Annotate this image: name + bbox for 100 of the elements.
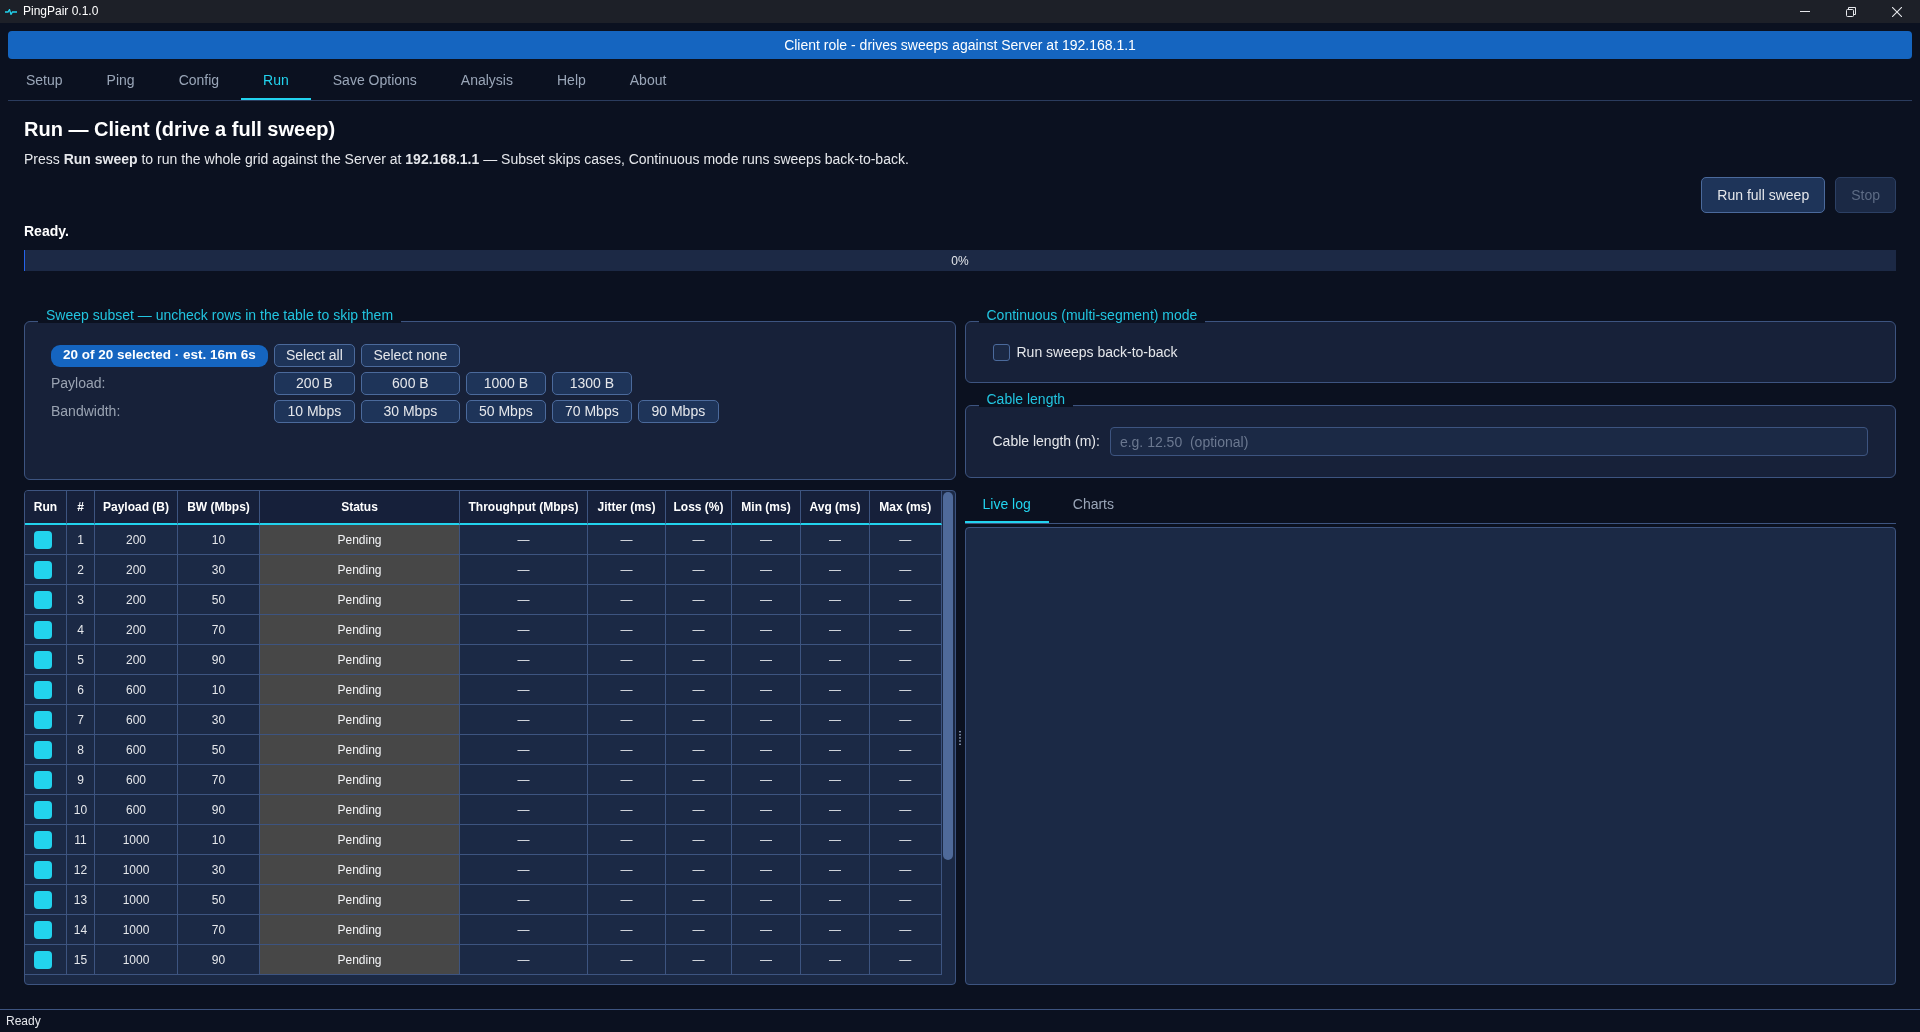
column-header[interactable]: Status [260,491,460,525]
table-cell: — [666,885,732,915]
table-cell: — [870,525,942,555]
table-cell: — [460,855,588,885]
group-title: Continuous (multi-segment) mode [978,307,1206,323]
table-cell: — [666,525,732,555]
subset-action-button[interactable]: Select none [360,344,460,367]
table-cell: — [801,825,870,855]
row-checkbox[interactable] [34,590,52,609]
table-cell: 200 [95,555,178,585]
filter-button[interactable]: 30 Mbps [360,400,460,423]
table-cell: — [666,825,732,855]
column-header[interactable]: Payload (B) [95,491,178,525]
filter-button[interactable]: 70 Mbps [551,400,632,423]
column-header[interactable]: Throughput (Mbps) [460,491,588,525]
status-bar-text: Ready [6,1013,41,1030]
row-checkbox[interactable] [34,950,52,969]
table-cell: — [460,735,588,765]
row-checkbox[interactable] [34,530,52,549]
filter-button[interactable]: 600 B [360,372,460,395]
filter-button[interactable]: 200 B [273,372,355,395]
minimize-icon [1800,11,1810,12]
table-cell: 12 [67,855,95,885]
row-checkbox[interactable] [34,920,52,939]
row-checkbox[interactable] [34,800,52,819]
checkbox[interactable] [992,343,1010,361]
subset-action-button[interactable]: Select all [273,344,355,367]
row-checkbox[interactable] [34,620,52,639]
filter-button[interactable]: 1000 B [465,372,546,395]
table-cell: — [870,645,942,675]
filter-button[interactable]: 50 Mbps [465,400,546,423]
scrollbar-thumb[interactable] [943,492,953,860]
table-cell: 3 [67,585,95,615]
status-cell: Pending [260,705,460,735]
table-cell: 11 [67,825,95,855]
table-cell: — [732,795,801,825]
cable-length-input[interactable]: e.g. 12.50 (optional) [1109,427,1868,456]
table-cell: — [588,645,666,675]
table-cell: — [870,615,942,645]
row-checkbox[interactable] [34,890,52,909]
filter-button[interactable]: 1300 B [551,372,632,395]
table-cell: 8 [67,735,95,765]
filter-button[interactable]: 90 Mbps [637,400,719,423]
table-cell: — [870,795,942,825]
table-cell: — [588,705,666,735]
status-cell: Pending [260,555,460,585]
table-cell: — [460,555,588,585]
filter-button[interactable]: 10 Mbps [273,400,355,423]
row-checkbox[interactable] [34,770,52,789]
tab[interactable]: Live log [964,488,1049,523]
column-header[interactable]: BW (Mbps) [178,491,260,525]
column-header[interactable]: Loss (%) [666,491,732,525]
table-cell: 10 [67,795,95,825]
table-cell: 13 [67,885,95,915]
table-cell: — [801,885,870,915]
column-header[interactable]: Min (ms) [732,491,801,525]
table-cell: — [588,585,666,615]
row-checkbox[interactable] [34,710,52,729]
role-banner: Client role - drives sweeps against Server at 192.168.1.1 [8,31,1912,59]
table-cell: — [460,885,588,915]
table-cell: — [732,885,801,915]
table-cell: — [460,795,588,825]
column-header[interactable]: Avg (ms) [801,491,870,525]
row-checkbox[interactable] [34,560,52,579]
table-cell: — [801,525,870,555]
tab[interactable]: Setup [4,62,85,100]
status-cell: Pending [260,825,460,855]
table-cell: — [732,645,801,675]
column-header[interactable]: # [67,491,95,525]
tab[interactable]: Run [241,62,311,100]
group-title: Sweep subset — uncheck rows in the table to skip them [38,307,402,323]
table-cell: — [588,795,666,825]
table-cell: — [588,915,666,945]
tab[interactable]: Charts [1054,488,1132,523]
table-cell: 15 [67,945,95,975]
table-cell: — [801,645,870,675]
tab[interactable]: Save Options [310,62,439,100]
row-checkbox[interactable] [34,680,52,699]
status-cell: Pending [260,945,460,975]
row-checkbox[interactable] [34,740,52,759]
status-cell: Pending [260,525,460,555]
column-header[interactable]: Run [25,491,67,525]
table-cell: — [870,675,942,705]
tab[interactable]: Help [535,62,608,100]
row-checkbox[interactable] [34,860,52,879]
action-button[interactable]: Run full sweep [1701,177,1826,213]
tab[interactable]: About [607,62,689,100]
row-checkbox[interactable] [34,830,52,849]
tab[interactable]: Config [156,62,242,100]
tab[interactable]: Analysis [438,62,535,100]
tab[interactable]: Ping [84,62,157,100]
table-cell: — [732,555,801,585]
column-header[interactable]: Max (ms) [870,491,942,525]
table-cell: 1000 [95,825,178,855]
row-checkbox[interactable] [34,650,52,669]
table-cell: — [732,585,801,615]
close-icon [1892,6,1902,17]
progress-label: 0% [951,252,969,270]
column-header[interactable]: Jitter (ms) [588,491,666,525]
table-cell: — [666,735,732,765]
